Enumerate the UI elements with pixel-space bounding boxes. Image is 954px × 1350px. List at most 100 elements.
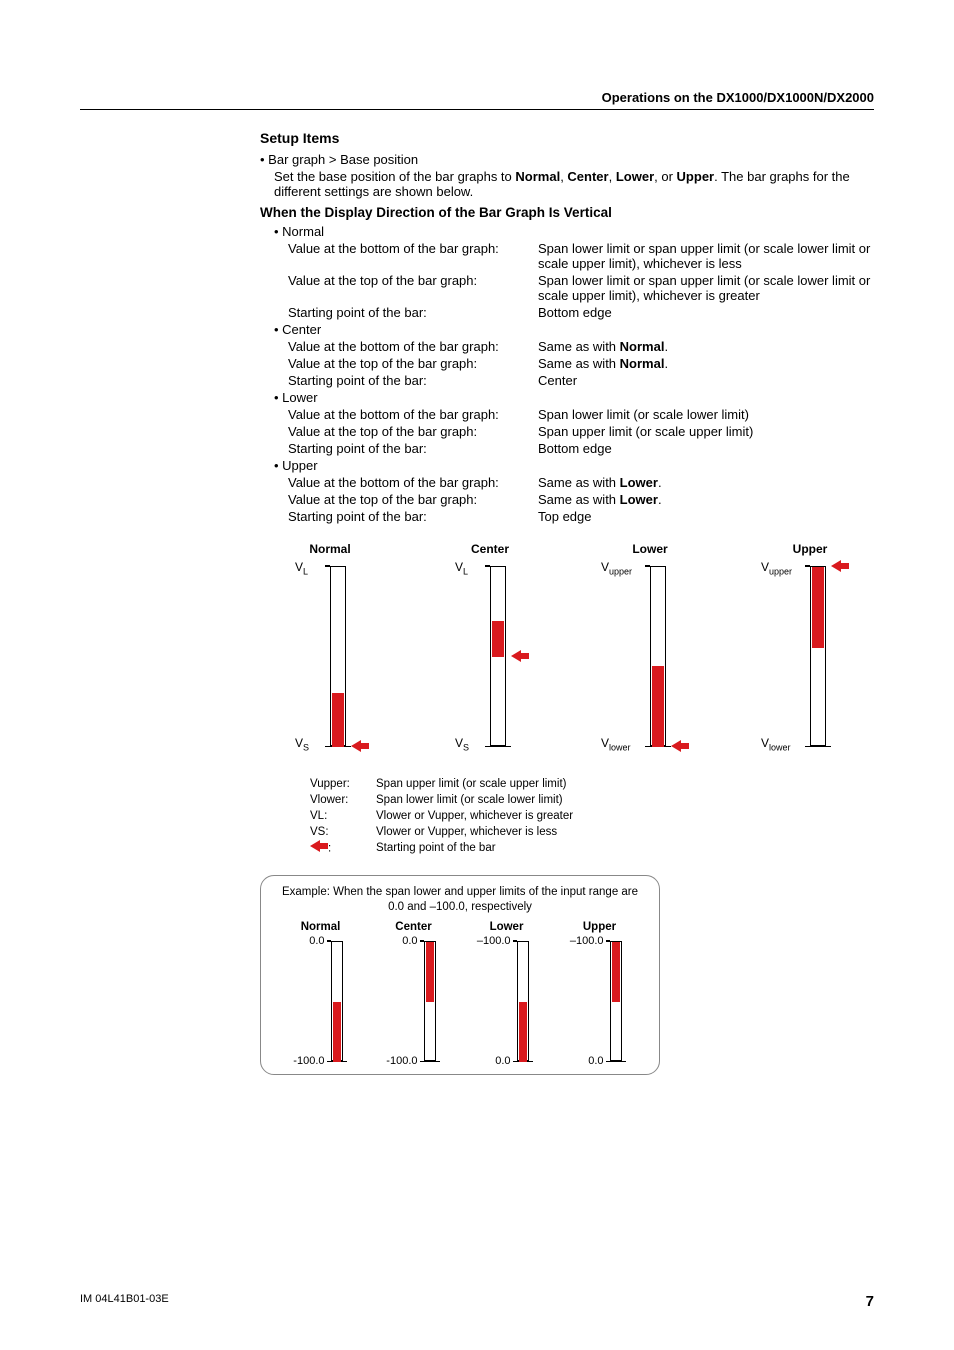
bar-diagram: Upper VupperVlower bbox=[750, 542, 870, 746]
example-bar: 0.0-100.0 bbox=[291, 941, 351, 1061]
example-top-label: –100.0 bbox=[477, 935, 511, 947]
legend-key: VS: bbox=[310, 824, 376, 840]
setup-item-desc: Set the base position of the bar graphs … bbox=[260, 169, 874, 199]
legend-key: Vupper: bbox=[310, 776, 376, 792]
kv-key: Starting point of the bar: bbox=[288, 441, 538, 456]
sep-3: , or bbox=[654, 169, 676, 184]
kv-val: Same as with Lower. bbox=[538, 492, 874, 507]
opt-normal: Normal bbox=[515, 169, 560, 184]
mode-upper-label: Upper bbox=[260, 458, 874, 473]
example-bar: –100.00.0 bbox=[477, 941, 537, 1061]
bar-fill bbox=[426, 942, 434, 1002]
bar-fill bbox=[332, 693, 344, 747]
bar-diagram: NormalVLVS bbox=[270, 542, 390, 746]
diagram-body: VupperVlower bbox=[775, 566, 845, 746]
example-bottom-label: -100.0 bbox=[384, 1055, 418, 1067]
kv-val: Same as with Normal. bbox=[538, 339, 874, 354]
mode-center-label: Center bbox=[260, 322, 874, 337]
example-col-title: Normal bbox=[301, 921, 341, 933]
kv-row: Value at the bottom of the bar graph:Spa… bbox=[260, 407, 874, 422]
bar-outline bbox=[330, 566, 346, 746]
kv-row: Starting point of the bar:Bottom edge bbox=[260, 441, 874, 456]
kv-key: Value at the top of the bar graph: bbox=[288, 492, 538, 507]
kv-val: Span lower limit or span upper limit (or… bbox=[538, 241, 874, 271]
example-top-label: 0.0 bbox=[291, 935, 325, 947]
diagram-title: Normal bbox=[309, 542, 350, 556]
legend-row: :Starting point of the bar bbox=[310, 840, 874, 857]
footer-doc-id: IM 04L41B01-03E bbox=[80, 1293, 169, 1310]
kv-row: Starting point of the bar:Center bbox=[260, 373, 874, 388]
opt-center: Center bbox=[567, 169, 608, 184]
example-box: Example: When the span lower and upper l… bbox=[260, 875, 660, 1075]
kv-val: Bottom edge bbox=[538, 441, 874, 456]
val-bold: Normal bbox=[620, 356, 665, 371]
kv-val: Top edge bbox=[538, 509, 874, 524]
val-post: . bbox=[664, 339, 668, 354]
example-col-title: Upper bbox=[583, 921, 616, 933]
kv-key: Value at the top of the bar graph: bbox=[288, 356, 538, 371]
axis-top-label: Vupper bbox=[761, 560, 792, 576]
val-pre: Same as with bbox=[538, 492, 620, 507]
axis-bottom-label: VS bbox=[295, 736, 309, 752]
bar-outline bbox=[424, 941, 436, 1061]
opt-upper: Upper bbox=[677, 169, 715, 184]
legend-row: VS:Vlower or Vupper, whichever is less bbox=[310, 824, 874, 840]
bar-fill bbox=[652, 666, 664, 747]
header-title: Operations on the DX1000/DX1000N/DX2000 bbox=[602, 90, 874, 105]
kv-key: Value at the bottom of the bar graph: bbox=[288, 241, 538, 271]
legend-row: VL:Vlower or Vupper, whichever is greate… bbox=[310, 808, 874, 824]
diagram-body: VLVS bbox=[455, 566, 525, 746]
kv-key: Value at the bottom of the bar graph: bbox=[288, 407, 538, 422]
val-bold: Lower bbox=[620, 492, 658, 507]
kv-key: Starting point of the bar: bbox=[288, 305, 538, 320]
diagram-title: Upper bbox=[793, 542, 828, 556]
example-row: Normal0.0-100.0Center0.0-100.0Lower–100.… bbox=[274, 921, 646, 1061]
legend-key: Vlower: bbox=[310, 792, 376, 808]
example-column: Lower–100.00.0 bbox=[467, 921, 547, 1061]
kv-val: Center bbox=[538, 373, 874, 388]
axis-bottom-label: VS bbox=[455, 736, 469, 752]
val-bold: Normal bbox=[620, 339, 665, 354]
page-header: Operations on the DX1000/DX1000N/DX2000 bbox=[80, 90, 874, 110]
legend-val: Span upper limit (or scale upper limit) bbox=[376, 776, 566, 792]
legend-val: Starting point of the bar bbox=[376, 840, 496, 857]
kv-val: Bottom edge bbox=[538, 305, 874, 320]
diagram-title: Center bbox=[471, 542, 509, 556]
bar-outline bbox=[610, 941, 622, 1061]
start-arrow-icon bbox=[351, 740, 369, 752]
example-column: Upper–100.00.0 bbox=[560, 921, 640, 1061]
val-pre: Same as with bbox=[538, 339, 620, 354]
diagram-title: Lower bbox=[632, 542, 667, 556]
kv-key: Value at the bottom of the bar graph: bbox=[288, 475, 538, 490]
val-post: . bbox=[658, 475, 662, 490]
kv-val: Span lower limit or span upper limit (or… bbox=[538, 273, 874, 303]
kv-key: Starting point of the bar: bbox=[288, 509, 538, 524]
start-arrow-icon bbox=[310, 840, 328, 857]
mode-normal-label: Normal bbox=[260, 224, 874, 239]
legend-key: VL: bbox=[310, 808, 376, 824]
axis-bottom-label: Vlower bbox=[601, 736, 631, 752]
example-bottom-label: -100.0 bbox=[291, 1055, 325, 1067]
kv-val: Same as with Lower. bbox=[538, 475, 874, 490]
start-arrow-icon bbox=[511, 650, 529, 662]
axis-bottom-label: Vlower bbox=[761, 736, 791, 752]
bar-fill bbox=[519, 1002, 527, 1062]
axis-top-label: Vupper bbox=[601, 560, 632, 576]
example-bar: 0.0-100.0 bbox=[384, 941, 444, 1061]
bar-outline bbox=[331, 941, 343, 1061]
kv-key: Value at the top of the bar graph: bbox=[288, 424, 538, 439]
example-column: Normal 0.0-100.0 bbox=[281, 921, 361, 1061]
kv-key: Value at the top of the bar graph: bbox=[288, 273, 538, 303]
legend: Vupper:Span upper limit (or scale upper … bbox=[260, 776, 874, 857]
legend-val: Vlower or Vupper, whichever is greater bbox=[376, 808, 573, 824]
content-area: Setup Items Bar graph > Base position Se… bbox=[80, 130, 874, 1075]
legend-val: Vlower or Vupper, whichever is less bbox=[376, 824, 557, 840]
kv-row: Value at the top of the bar graph:Same a… bbox=[260, 356, 874, 371]
mode-lower-label: Lower bbox=[260, 390, 874, 405]
kv-key: Starting point of the bar: bbox=[288, 373, 538, 388]
kv-val: Same as with Normal. bbox=[538, 356, 874, 371]
val-bold: Lower bbox=[620, 475, 658, 490]
legend-row: Vupper:Span upper limit (or scale upper … bbox=[310, 776, 874, 792]
kv-row: Value at the bottom of the bar graph:Sam… bbox=[260, 475, 874, 490]
val-pre: Same as with bbox=[538, 356, 620, 371]
